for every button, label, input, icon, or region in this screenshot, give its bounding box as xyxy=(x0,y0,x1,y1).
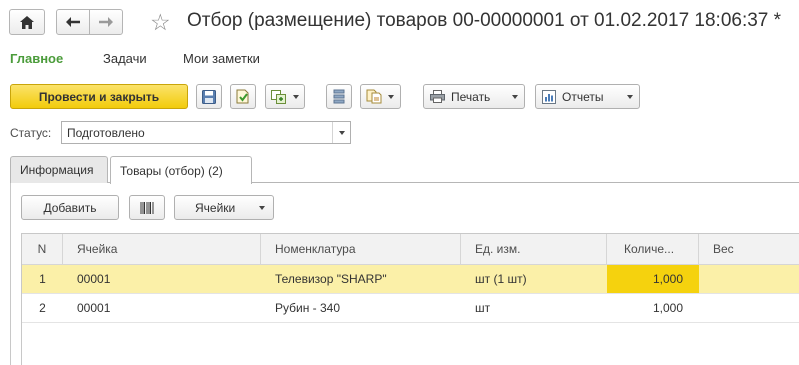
row-number: 1 xyxy=(39,272,46,286)
window-title: Отбор (размещение) товаров 00-00000001 о… xyxy=(187,10,782,31)
favorite-star-icon[interactable]: ☆ xyxy=(150,9,171,35)
linked-documents-button[interactable] xyxy=(360,84,401,109)
status-select[interactable]: Подготовлено xyxy=(61,121,351,144)
reports-button[interactable]: Отчеты xyxy=(535,84,640,109)
structure-button[interactable] xyxy=(326,84,352,109)
post-button[interactable] xyxy=(230,84,256,109)
item-name[interactable]: Рубин - 340 xyxy=(261,294,461,322)
section-menu: Главное Задачи Мои заметки xyxy=(0,49,799,71)
create-based-on-icon xyxy=(271,89,286,104)
menu-item-main[interactable]: Главное xyxy=(10,51,63,66)
column-header-cell[interactable]: Ячейка xyxy=(63,234,261,264)
goods-table: N Ячейка Номенклатура Ед. изм. Количе...… xyxy=(21,233,799,365)
menu-item-notes[interactable]: Мои заметки xyxy=(183,51,260,66)
column-header-item[interactable]: Номенклатура xyxy=(261,234,461,264)
reports-label: Отчеты xyxy=(562,89,604,104)
post-and-close-button[interactable]: Провести и закрыть xyxy=(10,84,188,109)
command-bar: Провести и закрыть Печать Отчеты xyxy=(0,84,799,110)
print-label: Печать xyxy=(451,89,491,104)
quantity-value[interactable]: 1,000 xyxy=(607,294,699,322)
create-based-on-button[interactable] xyxy=(265,84,305,109)
unit-value[interactable]: шт (1 шт) xyxy=(461,265,607,293)
chevron-down-icon xyxy=(338,130,345,135)
printer-icon xyxy=(430,90,445,103)
status-dropdown-button[interactable] xyxy=(332,122,350,143)
cells-label: Ячейки xyxy=(195,200,236,215)
tab-goods-picking[interactable]: Товары (отбор) (2) xyxy=(110,156,252,184)
weight-value[interactable] xyxy=(699,294,799,322)
back-button[interactable] xyxy=(56,9,90,35)
home-button[interactable] xyxy=(9,9,45,35)
table-header: N Ячейка Номенклатура Ед. изм. Количе...… xyxy=(22,234,799,265)
cells-button[interactable]: Ячейки xyxy=(174,195,274,220)
save-button[interactable] xyxy=(196,84,222,109)
table-row[interactable]: 2 00001 Рубин - 340 шт 1,000 xyxy=(22,294,799,323)
forward-button[interactable] xyxy=(89,9,123,35)
status-row: Статус: Подготовлено xyxy=(0,121,799,145)
cell-code[interactable]: 00001 xyxy=(63,294,261,322)
goods-panel: Добавить Ячейки N Ячейка Номенклатура Ед… xyxy=(10,183,799,365)
chevron-down-icon xyxy=(259,205,265,210)
title-bar: ☆ Отбор (размещение) товаров 00-00000001… xyxy=(0,0,799,46)
chevron-down-icon xyxy=(388,94,394,99)
print-button[interactable]: Печать xyxy=(423,84,525,109)
row-number: 2 xyxy=(39,301,46,315)
chevron-down-icon xyxy=(512,94,518,99)
column-header-weight[interactable]: Вес xyxy=(699,234,799,264)
cell-code[interactable]: 00001 xyxy=(63,265,261,293)
status-label: Статус: xyxy=(10,126,52,140)
column-header-n[interactable]: N xyxy=(22,234,63,264)
home-icon xyxy=(20,15,34,29)
chevron-down-icon xyxy=(627,94,633,99)
arrow-right-icon xyxy=(99,17,113,27)
column-header-quantity[interactable]: Количе... xyxy=(607,234,699,264)
floppy-disk-icon xyxy=(202,89,216,104)
unit-value[interactable]: шт xyxy=(461,294,607,322)
status-value: Подготовлено xyxy=(67,126,145,140)
barcode-icon xyxy=(140,201,154,214)
tab-information[interactable]: Информация xyxy=(10,156,108,183)
quantity-value[interactable]: 1,000 xyxy=(607,265,699,293)
table-row[interactable]: 1 00001 Телевизор "SHARP" шт (1 шт) 1,00… xyxy=(22,265,799,294)
list-stack-icon xyxy=(333,89,345,104)
linked-documents-icon xyxy=(366,89,382,104)
tab-strip: Информация Товары (отбор) (2) xyxy=(10,156,799,184)
weight-value[interactable] xyxy=(699,265,799,293)
column-header-unit[interactable]: Ед. изм. xyxy=(461,234,607,264)
add-button[interactable]: Добавить xyxy=(21,195,119,220)
reports-icon xyxy=(542,89,556,104)
barcode-scan-button[interactable] xyxy=(129,195,165,220)
menu-item-tasks[interactable]: Задачи xyxy=(103,51,147,66)
post-document-icon xyxy=(236,89,249,104)
arrow-left-icon xyxy=(66,17,80,27)
item-name[interactable]: Телевизор "SHARP" xyxy=(261,265,461,293)
chevron-down-icon xyxy=(293,94,299,99)
